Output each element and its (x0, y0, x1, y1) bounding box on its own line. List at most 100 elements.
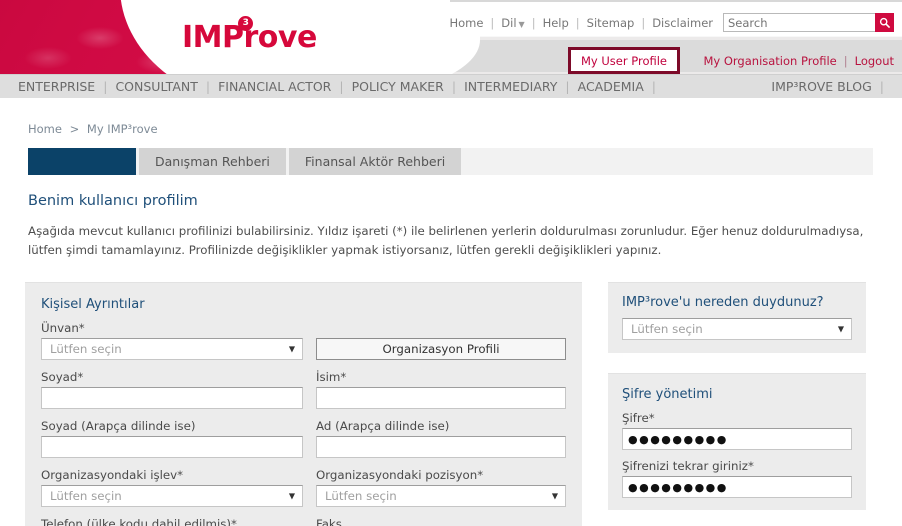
main-nav-item-financial-actor[interactable]: FINANCIAL ACTOR (218, 79, 331, 94)
main-nav-separator: | (565, 79, 570, 94)
main-navigation: ENTERPRISE | CONSULTANT | FINANCIAL ACTO… (0, 74, 902, 98)
utility-separator: | (490, 15, 495, 30)
firstname-input[interactable] (316, 387, 566, 409)
utility-link-disclaimer[interactable]: Disclaimer (652, 16, 713, 30)
field-phone-label: Telefon (ülke kodu dahil edilmiş)* (41, 517, 237, 526)
main-nav-separator: | (879, 79, 884, 94)
password-input[interactable]: ●●●●●●●●● (622, 428, 852, 450)
personal-details-grid: Ünvan* Lütfen seçin ▼ Organizasyon Profi… (41, 321, 566, 526)
utility-separator: | (641, 15, 646, 30)
field-position: Organizasyondaki pozisyon* Lütfen seçin … (316, 468, 566, 507)
breadcrumb-separator: > (69, 122, 80, 136)
field-firstname-arabic: Ad (Arapça dilinde ise) (316, 419, 566, 458)
main-nav-separator: | (451, 79, 457, 94)
logo-superscript-3: 3 (238, 16, 253, 31)
function-select-value: Lütfen seçin (50, 489, 122, 503)
heard-about-panel: IMP³rove'u nereden duydunuz? Lütfen seçi… (608, 282, 866, 353)
password-management-panel: Şifre yönetimi Şifre* ●●●●●●●●● Şifreniz… (608, 373, 866, 510)
title-select[interactable]: Lütfen seçin ▼ (41, 338, 303, 360)
position-select[interactable]: Lütfen seçin ▼ (316, 485, 566, 507)
main-nav-item-intermediary[interactable]: INTERMEDIARY (464, 79, 557, 94)
surname-arabic-input[interactable] (41, 436, 303, 458)
field-phone: Telefon (ülke kodu dahil edilmiş)* (41, 517, 303, 526)
main-nav-separator: | (205, 79, 211, 94)
organisation-profile-button[interactable]: Organizasyon Profili (316, 338, 566, 360)
my-user-profile-highlight[interactable]: My User Profile (568, 47, 680, 74)
chevron-down-icon: ▼ (837, 324, 844, 334)
field-title-label: Ünvan* (41, 321, 85, 335)
field-function: Organizasyondaki işlev* Lütfen seçin ▼ (41, 468, 303, 507)
page-intro-text: Aşağıda mevcut kullanıcı profilinizi bul… (28, 224, 864, 257)
main-nav-underline-gap (0, 98, 902, 107)
field-fax-label: Faks (316, 517, 342, 526)
chevron-down-icon: ▼ (288, 491, 295, 501)
page-title: Benim kullanıcı profilim (28, 193, 198, 209)
logo-prefix: IMP (182, 20, 244, 55)
function-select[interactable]: Lütfen seçin ▼ (41, 485, 303, 507)
position-select-value: Lütfen seçin (325, 489, 397, 503)
firstname-arabic-input[interactable] (316, 436, 566, 458)
user-nav-link-logout[interactable]: Logout (855, 54, 894, 68)
tab-danisman-rehberi[interactable]: Danışman Rehberi (139, 148, 286, 175)
tab-bar-filler (464, 148, 873, 175)
main-nav-item-policy-maker[interactable]: POLICY MAKER (352, 79, 444, 94)
field-firstname: İsim* (316, 370, 566, 409)
field-password: Şifre* ●●●●●●●●● (622, 411, 852, 450)
page-root: IMProve 3 Home | Dil ▼ | Help | Sitemap |… (0, 0, 902, 526)
heard-about-select-value: Lütfen seçin (631, 322, 703, 336)
utility-separator: | (531, 15, 536, 30)
org-profile-button-cell: Organizasyon Profili (316, 321, 566, 360)
utility-separator: | (575, 15, 580, 30)
heard-about-select[interactable]: Lütfen seçin ▼ (622, 318, 852, 340)
surname-input[interactable] (41, 387, 303, 409)
utility-link-help[interactable]: Help (543, 16, 569, 30)
field-position-label: Organizasyondaki pozisyon* (316, 468, 484, 482)
utility-link-language-label: Dil (501, 15, 517, 30)
field-password-label: Şifre* (622, 411, 655, 425)
field-fax: Faks (316, 517, 566, 526)
tab-finansal-aktor-rehberi[interactable]: Finansal Aktör Rehberi (288, 148, 462, 175)
main-nav-item-enterprise[interactable]: ENTERPRISE (18, 79, 95, 94)
logo-suffix: rove (243, 20, 318, 55)
user-nav-link-my-user-profile[interactable]: My User Profile (581, 54, 667, 68)
main-nav-item-academia[interactable]: ACADEMIA (578, 79, 644, 94)
search-icon (879, 17, 891, 29)
breadcrumb-current: My IMP³rove (86, 122, 158, 136)
title-select-value: Lütfen seçin (50, 342, 122, 356)
user-nav: My Organisation Profile | Logout (703, 54, 894, 68)
field-firstname-arabic-label: Ad (Arapça dilinde ise) (316, 419, 450, 433)
personal-details-panel: Kişisel Ayrıntılar Ünvan* Lütfen seçin ▼… (25, 282, 582, 526)
breadcrumb-link-home[interactable]: Home (28, 122, 62, 136)
search-box (723, 13, 894, 32)
utility-link-home[interactable]: Home (449, 16, 483, 30)
password-management-title: Şifre yönetimi (622, 387, 713, 402)
user-nav-link-my-organisation-profile[interactable]: My Organisation Profile (703, 54, 836, 68)
main-nav-item-consultant[interactable]: CONSULTANT (115, 79, 197, 94)
main-nav-separator: | (103, 79, 108, 94)
tab-bar: Danışman Rehberi Finansal Aktör Rehberi (28, 148, 873, 175)
main-nav-items: ENTERPRISE | CONSULTANT | FINANCIAL ACTO… (0, 79, 664, 94)
tab-my-improve-active[interactable] (28, 148, 136, 175)
field-surname-arabic-label: Soyad (Arapça dilinde ise) (41, 419, 196, 433)
heard-about-title: IMP³rove'u nereden duydunuz? (622, 295, 824, 310)
main-nav-separator: | (339, 79, 344, 94)
main-nav-item-improve-blog[interactable]: IMP³ROVE BLOG (771, 79, 871, 94)
search-button[interactable] (875, 13, 894, 32)
password-confirm-input[interactable]: ●●●●●●●●● (622, 476, 852, 498)
field-password-confirm: Şifrenizi tekrar giriniz* ●●●●●●●●● (622, 459, 852, 498)
field-function-label: Organizasyondaki işlev* (41, 468, 184, 482)
main-nav-right: IMP³ROVE BLOG | (771, 79, 902, 94)
search-input[interactable] (723, 13, 875, 32)
field-title: Ünvan* Lütfen seçin ▼ (41, 321, 303, 360)
breadcrumb: Home > My IMP³rove (28, 122, 158, 136)
field-firstname-label: İsim* (316, 370, 347, 384)
chevron-down-icon: ▼ (551, 491, 558, 501)
field-surname-label: Soyad* (41, 370, 84, 384)
utility-link-language[interactable]: Dil ▼ (501, 16, 524, 30)
utility-link-sitemap[interactable]: Sitemap (587, 16, 635, 30)
site-header: IMProve 3 Home | Dil ▼ | Help | Sitemap |… (0, 0, 902, 74)
site-logo[interactable]: IMProve 3 (182, 16, 318, 55)
personal-details-title: Kişisel Ayrıntılar (41, 297, 145, 312)
field-surname: Soyad* (41, 370, 303, 409)
